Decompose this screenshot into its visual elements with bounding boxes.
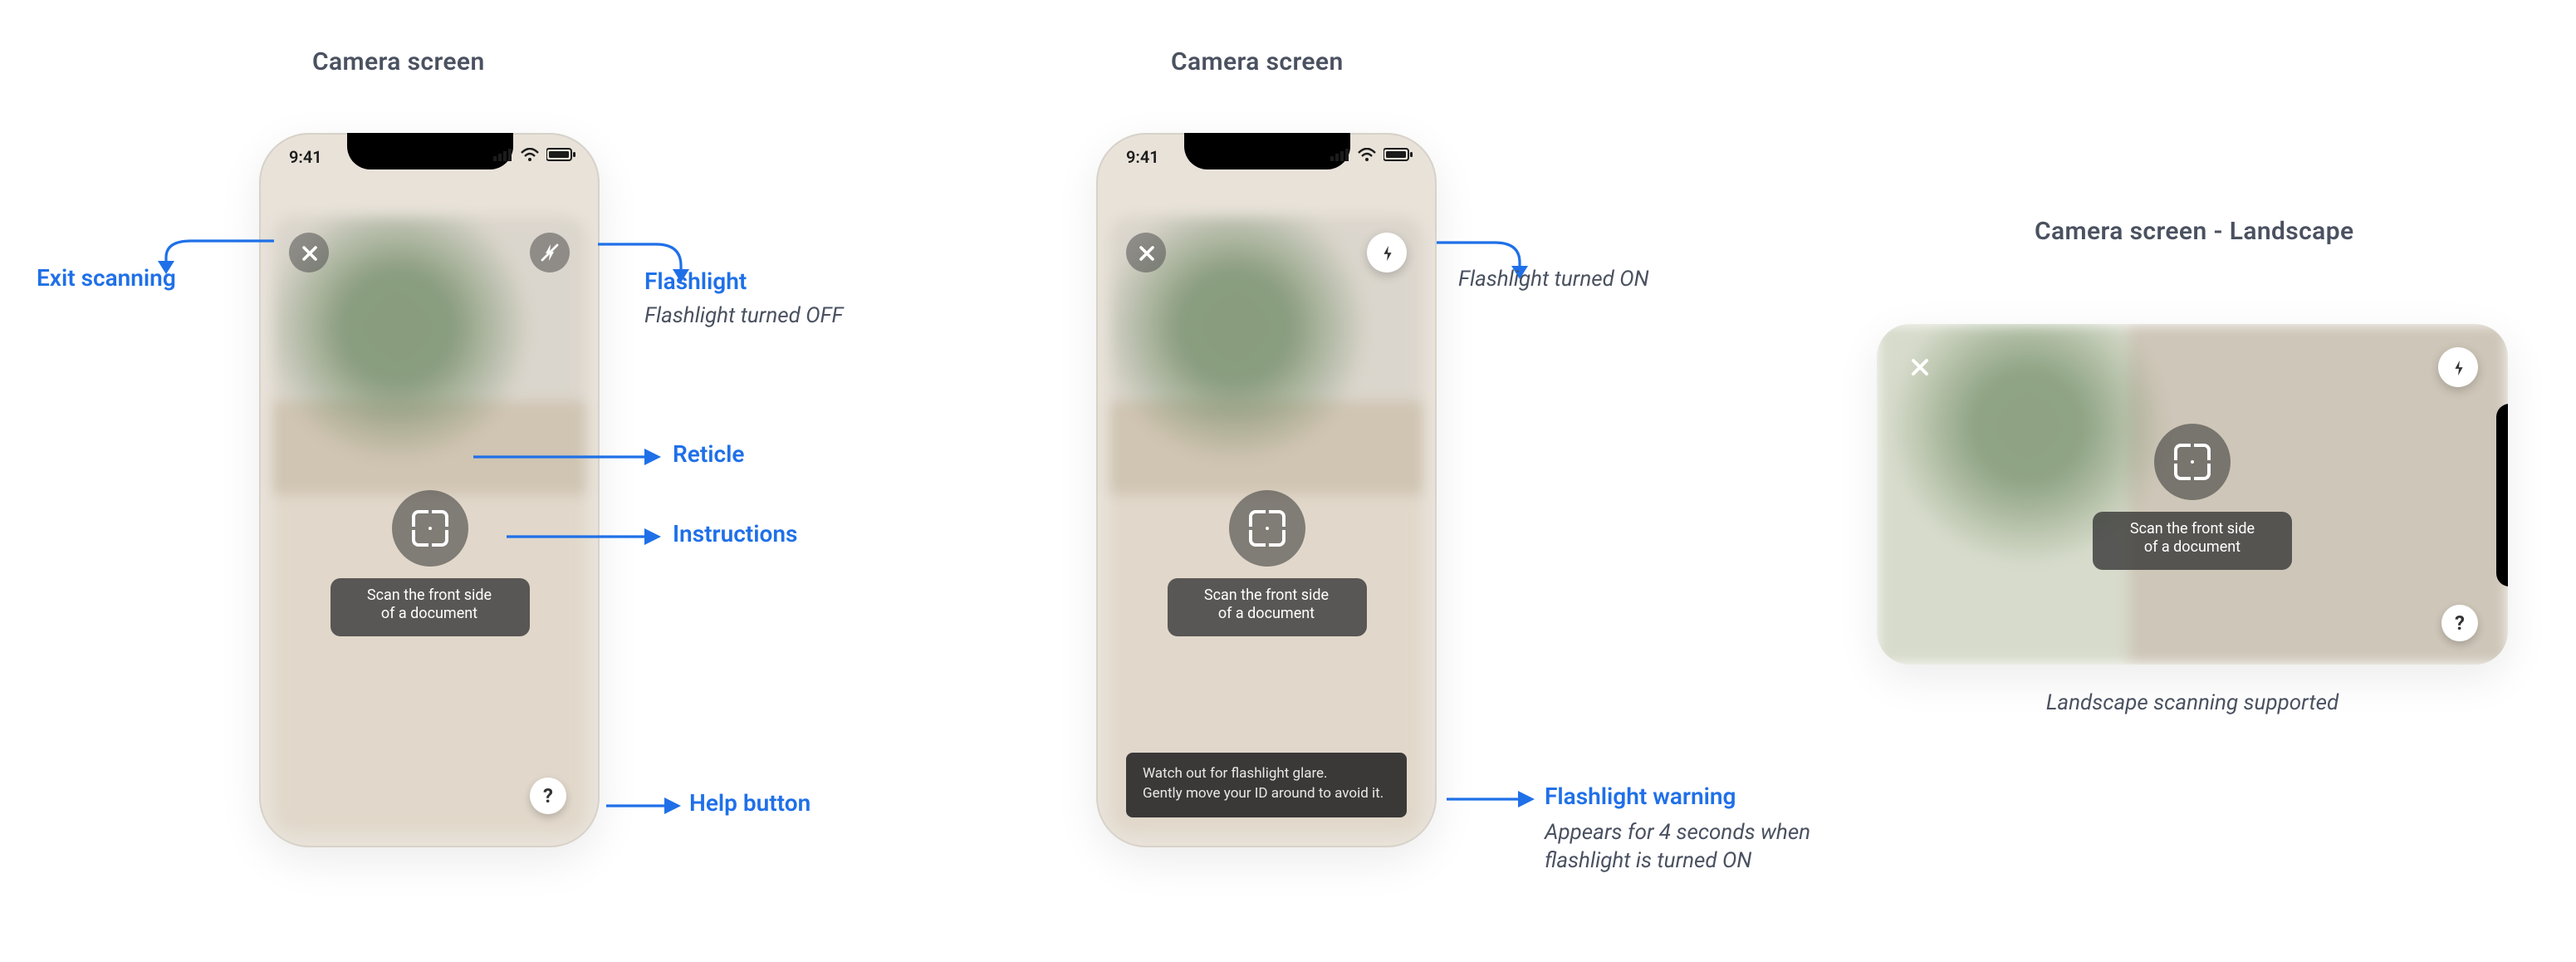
flashlight-button[interactable] [530,233,570,272]
battery-icon [1383,148,1413,166]
close-icon [1910,357,1930,377]
flashlight-off-icon [540,243,560,263]
callout-flash-warning-sub1: Appears for 4 seconds when [1545,821,1810,846]
statusbar-indicators [1330,148,1413,166]
close-icon [1137,243,1155,262]
exit-button[interactable] [289,233,329,272]
scan-reticle [2154,424,2231,500]
arrow-flash-warning [1438,783,1538,816]
panel1-title: Camera screen [312,47,485,76]
flashlight-on-icon [2449,358,2467,376]
instructions-line1: Scan the front side [2130,522,2255,538]
statusbar-time: 9:41 [1126,150,1159,168]
close-icon [300,243,318,262]
phone-mock-2: 9:41 [1096,133,1437,847]
battery-icon [546,148,576,166]
arrow-reticle [465,440,664,474]
scan-instructions: Scan the front side of a document [2093,512,2292,569]
callout-reticle: Reticle [673,442,745,469]
callout-instructions: Instructions [673,522,797,548]
exit-button[interactable] [1900,347,1940,387]
instructions-line2: of a document [2144,541,2241,557]
phone-mock-landscape: Scan the front side of a document ? [1877,324,2508,665]
callout-flashlight-sub: Flashlight turned OFF [644,304,844,329]
phone-mock-1: 9:41 [259,133,600,847]
flashlight-button[interactable] [2438,347,2478,387]
statusbar-time: 9:41 [289,150,322,168]
device-notch [346,133,512,169]
help-button[interactable]: ? [530,778,566,814]
scan-instructions: Scan the front side of a document [330,578,529,636]
arrow-help [598,789,681,822]
help-icon: ? [543,784,553,807]
panel2-title: Camera screen [1171,47,1344,76]
scan-reticle [1229,490,1305,567]
help-button[interactable]: ? [2441,605,2478,641]
signal-icon [1330,148,1350,166]
toast-line2: Gently move your ID around to avoid it. [1143,785,1383,802]
callout-help: Help button [689,791,811,817]
flashlight-warning-toast: Watch out for flashlight glare. Gently m… [1126,753,1407,817]
callout-exit: Exit scanning [37,266,176,292]
instructions-line1: Scan the front side [1204,588,1329,605]
toast-line1: Watch out for flashlight glare. [1143,766,1328,783]
flashlight-on-icon [1378,243,1396,262]
help-icon: ? [2455,611,2465,635]
instructions-line1: Scan the front side [367,588,492,605]
statusbar-indicators [493,148,576,166]
signal-icon [493,148,513,166]
arrow-exit [100,183,282,274]
flashlight-button[interactable] [1367,233,1407,272]
instructions-line2: of a document [381,607,477,624]
instructions-line2: of a document [1218,607,1315,624]
device-notch [1183,133,1349,169]
scan-instructions: Scan the front side of a document [1167,578,1366,636]
panel3-title: Camera screen - Landscape [2035,216,2354,246]
exit-button[interactable] [1126,233,1166,272]
scan-reticle [392,490,468,567]
callout-flash-on: Flashlight turned ON [1458,267,1649,292]
callout-flash-warning: Flashlight warning [1545,784,1736,811]
callout-flash-warning-sub2: flashlight is turned ON [1545,849,1751,874]
wifi-icon [520,148,540,166]
panel3-caption: Landscape scanning supported [1877,691,2508,716]
wifi-icon [1357,148,1377,166]
callout-flashlight: Flashlight [644,269,747,296]
arrow-instructions [498,520,664,553]
